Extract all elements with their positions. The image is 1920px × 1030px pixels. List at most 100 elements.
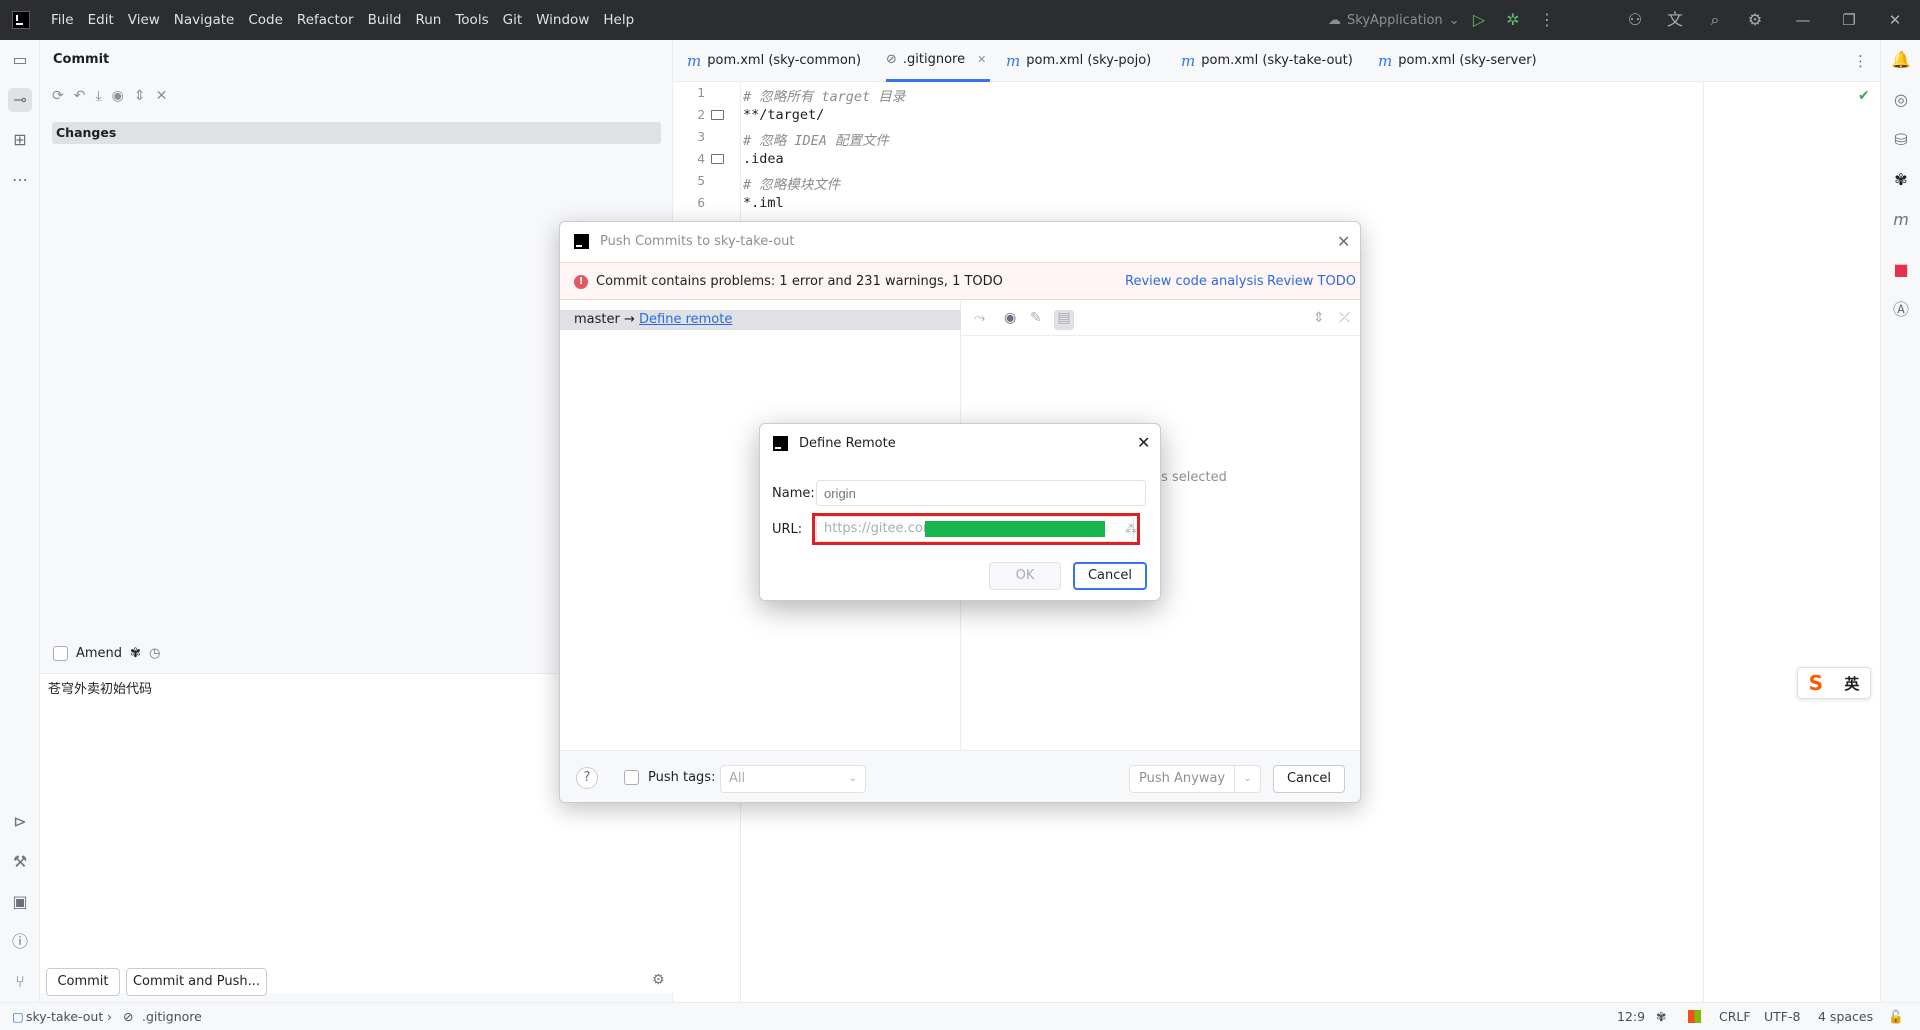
close-tab-icon[interactable]: ✕ — [977, 39, 986, 81]
file-encoding[interactable]: UTF-8 — [1764, 1009, 1800, 1024]
terminal-icon[interactable]: ▣ — [8, 890, 32, 914]
ai-chat-icon[interactable]: ◎ — [1889, 88, 1913, 112]
amend-checkbox[interactable] — [53, 646, 68, 661]
help-icon[interactable]: ? — [576, 767, 598, 789]
menu-run[interactable]: Run — [408, 0, 448, 40]
menu-edit[interactable]: Edit — [81, 0, 121, 40]
intellij-logo-icon[interactable] — [12, 11, 30, 29]
notifications-bell-icon[interactable]: 🔔 — [1889, 48, 1913, 72]
tabs-more-icon[interactable]: ⋮ — [1853, 52, 1868, 70]
tab-pom-sky-server[interactable]: m pom.xml (sky-server) — [1378, 40, 1537, 82]
restore-icon[interactable]: ❐ — [1826, 0, 1872, 40]
ai-assistant-icon[interactable]: ✾ — [1656, 1009, 1666, 1024]
compare-icon[interactable]: ⤳ — [974, 310, 985, 326]
chevron-down-icon[interactable]: ⌄ — [1234, 766, 1260, 792]
tab-pom-sky-pojo[interactable]: m pom.xml (sky-pojo) — [1006, 40, 1151, 82]
define-remote-link[interactable]: Define remote — [639, 312, 732, 327]
indent-setting[interactable]: 4 spaces — [1818, 1009, 1873, 1024]
edit-pencil-icon[interactable]: ✎ — [1030, 310, 1042, 326]
project-folder-icon[interactable]: ▭ — [8, 48, 32, 72]
ai-assistant-icon[interactable]: ✾ — [130, 646, 141, 661]
code-line: # 忽略模块文件 — [743, 177, 841, 193]
menu-file[interactable]: File — [44, 0, 81, 40]
run-icon[interactable]: ▷ — [1468, 9, 1490, 31]
more-actions-icon[interactable]: ⋮ — [1536, 9, 1558, 31]
maven-icon[interactable]: m — [1889, 208, 1913, 232]
minimize-icon[interactable]: — — [1780, 0, 1826, 40]
menu-navigate[interactable]: Navigate — [167, 0, 242, 40]
commit-message-text[interactable]: 苍穹外卖初始代码 — [48, 678, 152, 697]
commit-and-push-button[interactable]: Commit and Push... — [126, 968, 267, 996]
close-icon[interactable]: ✕ — [1337, 232, 1350, 251]
tab-pom-sky-take-out[interactable]: m pom.xml (sky-take-out) — [1181, 40, 1353, 82]
inspection-ok-check-icon[interactable]: ✔ — [1858, 88, 1870, 104]
commit-tool-icon[interactable]: ⊸ — [8, 88, 32, 112]
breadcrumb-project[interactable]: sky-take-out — [26, 1009, 103, 1024]
commit-panel-title: Commit — [53, 52, 110, 67]
branch-row[interactable]: master → Define remote — [560, 310, 961, 330]
menu-build[interactable]: Build — [361, 0, 409, 40]
caret-position[interactable]: 12:9 — [1617, 1009, 1645, 1024]
shelve-icon[interactable]: ⤓ — [95, 88, 101, 104]
menu-help[interactable]: Help — [596, 0, 641, 40]
commit-button[interactable]: Commit — [46, 968, 120, 996]
preview-eye-icon[interactable]: ◉ — [112, 88, 124, 104]
tab-pom-sky-common[interactable]: m pom.xml (sky-common) — [687, 40, 861, 82]
remote-name-input[interactable] — [816, 480, 1146, 506]
more-tools-icon[interactable]: ⋯ — [8, 168, 32, 192]
close-icon[interactable]: ✕ — [1137, 433, 1150, 452]
services-icon[interactable]: ⊳ — [8, 810, 32, 834]
ime-language[interactable]: 英 — [1844, 673, 1859, 694]
menu-git[interactable]: Git — [496, 0, 530, 40]
problems-icon[interactable]: ⓘ — [8, 930, 32, 954]
code-with-me-icon[interactable]: ⚇ — [1624, 9, 1646, 31]
commit-options-gear-icon[interactable]: ⚙ — [652, 972, 665, 988]
menu-refactor[interactable]: Refactor — [290, 0, 361, 40]
translate-icon[interactable]: 文 — [1664, 9, 1686, 31]
debug-icon[interactable]: ✲ — [1502, 9, 1524, 31]
plugin-red-icon[interactable]: ■ — [1889, 258, 1913, 282]
menu-tools[interactable]: Tools — [448, 0, 495, 40]
left-tool-strip: ▭ ⊸ ⊞ ⋯ ⊳ ⚒ ▣ ⓘ ⑂ — [0, 40, 40, 1002]
tab-gitignore[interactable]: ⊘ .gitignore ✕ — [886, 39, 991, 82]
run-config-selector[interactable]: ☁ SkyApplication ⌄ — [1328, 0, 1460, 40]
settings-gear-icon[interactable]: ⚙ — [1744, 9, 1766, 31]
changes-node[interactable]: Changes — [52, 122, 661, 144]
ai-assistant-icon[interactable]: ✾ — [1889, 168, 1913, 192]
define-remote-cancel-button[interactable]: Cancel — [1073, 562, 1147, 590]
search-icon[interactable]: ⌕ — [1704, 9, 1726, 31]
menu-window[interactable]: Window — [529, 0, 596, 40]
line-ending[interactable]: CRLF — [1719, 1009, 1751, 1024]
ime-toolbar[interactable]: S 英 — [1797, 667, 1871, 699]
expand-all-icon[interactable]: ⇕ — [134, 88, 146, 104]
url-label: URL: — [772, 522, 803, 537]
expand-all-icon[interactable]: ⇕ — [1313, 310, 1325, 326]
refresh-icon[interactable]: ⟳ — [52, 88, 64, 104]
push-tags-checkbox[interactable] — [624, 770, 639, 785]
breadcrumb-file[interactable]: .gitignore — [142, 1009, 202, 1024]
git-branch-icon[interactable]: ⑂ — [8, 970, 32, 994]
menu-view[interactable]: View — [121, 0, 167, 40]
review-todo-link[interactable]: Review TODO — [1267, 274, 1356, 289]
review-code-analysis-link[interactable]: Review code analysis — [1125, 274, 1264, 289]
translation-icon[interactable]: Ⓐ — [1889, 298, 1913, 322]
close-window-icon[interactable]: ✕ — [1872, 0, 1918, 40]
layout-toggle-icon[interactable]: ▤ — [1054, 310, 1074, 330]
push-tags-select[interactable]: All ⌄ — [720, 765, 866, 793]
structure-icon[interactable]: ⊞ — [8, 128, 32, 152]
read-write-lock-icon[interactable]: 🔓 — [1888, 1009, 1904, 1025]
history-clock-icon[interactable]: ◷ — [149, 646, 160, 661]
preview-eye-icon[interactable]: ◉ — [1004, 310, 1016, 326]
build-hammer-icon[interactable]: ⚒ — [8, 850, 32, 874]
collapse-icon[interactable]: ⤫ — [1339, 310, 1350, 326]
code-line: # 忽略 IDEA 配置文件 — [743, 133, 890, 149]
sogou-logo-icon: S — [1808, 671, 1824, 695]
database-icon[interactable]: ⛁ — [1889, 128, 1913, 152]
collapse-all-icon[interactable]: ✕ — [156, 88, 168, 104]
menu-code[interactable]: Code — [241, 0, 290, 40]
rollback-icon[interactable]: ↶ — [74, 88, 86, 104]
ok-button[interactable]: OK — [989, 562, 1061, 590]
branch-label: master → — [574, 312, 635, 327]
push-cancel-button[interactable]: Cancel — [1273, 765, 1345, 793]
push-anyway-button[interactable]: Push Anyway ⌄ — [1129, 765, 1261, 793]
